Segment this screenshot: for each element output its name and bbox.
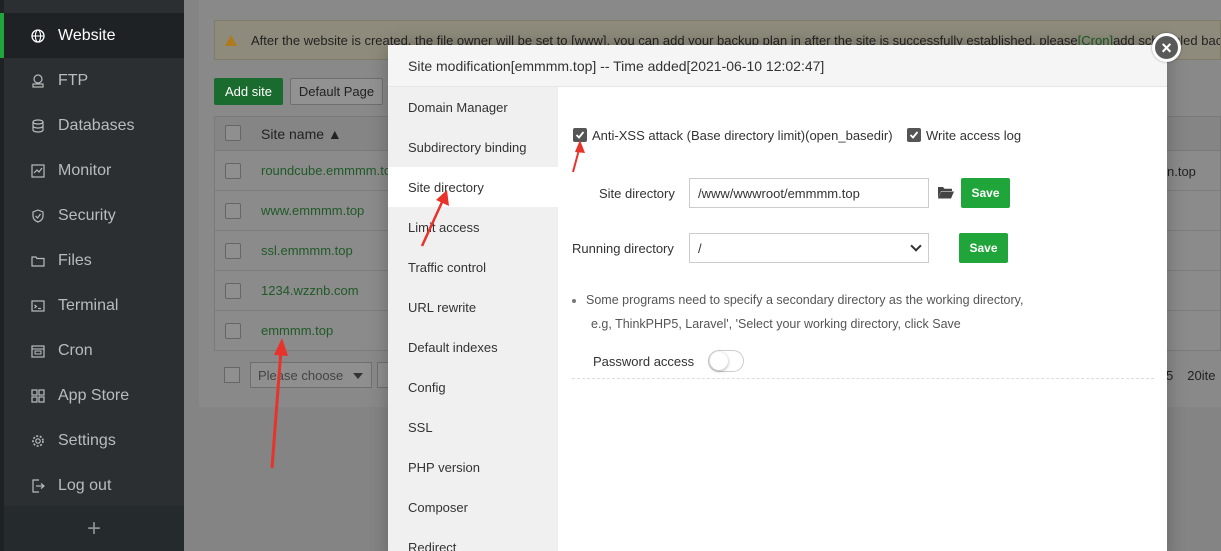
tip-line-2: e.g, ThinkPHP5, Laravel', 'Select your w… [591, 317, 961, 331]
sidebar-item-terminal[interactable]: Terminal [4, 283, 184, 328]
database-icon [31, 118, 45, 133]
tab-url-rewrite[interactable]: URL rewrite [388, 287, 558, 327]
site-modification-dialog: Site modification[emmmm.top] -- Time add… [388, 45, 1167, 551]
row-checkbox[interactable] [225, 243, 241, 259]
row-checkbox[interactable] [225, 203, 241, 219]
tab-config[interactable]: Config [388, 367, 558, 407]
site-link[interactable]: 1234.wzznb.com [261, 283, 359, 298]
write-access-log-label: Write access log [926, 128, 1022, 143]
sidebar-item-label: Monitor [58, 161, 112, 179]
sidebar-item-databases[interactable]: Databases [4, 103, 184, 148]
row-checkbox[interactable] [225, 323, 241, 339]
site-link[interactable]: roundcube.emmmm.to [261, 163, 391, 178]
row-checkbox[interactable] [225, 283, 241, 299]
tab-site-directory[interactable]: Site directory [388, 167, 558, 207]
logout-icon [31, 478, 45, 493]
sidebar-item-logout[interactable]: Log out [4, 463, 184, 508]
sidebar-item-monitor[interactable]: Monitor [4, 148, 184, 193]
save-site-directory-button[interactable]: Save [961, 178, 1010, 208]
pagination-info: 5 20ite [1166, 368, 1215, 383]
add-site-button[interactable]: Add site [214, 78, 283, 105]
grid-icon [31, 388, 45, 403]
terminal-icon [31, 299, 45, 313]
calendar-icon [31, 344, 45, 358]
sidebar-item-website[interactable]: Website [0, 13, 184, 58]
page-number[interactable]: 5 [1166, 368, 1173, 383]
bullet-icon [572, 298, 576, 303]
bulk-select-checkbox[interactable] [224, 367, 240, 383]
sidebar-item-label: Security [58, 206, 116, 224]
anti-xss-checkbox[interactable] [573, 128, 587, 142]
sidebar-item-label: Terminal [58, 296, 119, 314]
tab-composer[interactable]: Composer [388, 487, 558, 527]
dialog-tab-list: Domain Manager Subdirectory binding Site… [388, 87, 558, 551]
site-link[interactable]: emmmm.top [261, 323, 333, 338]
select-all-checkbox[interactable] [225, 125, 241, 141]
warning-icon [225, 34, 237, 46]
sidebar-item-label: Cron [58, 341, 93, 359]
tab-limit-access[interactable]: Limit access [388, 207, 558, 247]
sidebar-item-label: FTP [58, 71, 89, 89]
sidebar-item-ftp[interactable]: FTP [4, 58, 184, 103]
sidebar-item-label: Files [58, 251, 92, 269]
sidebar-item-files[interactable]: Files [4, 238, 184, 283]
sidebar-item-label: Website [58, 26, 116, 44]
running-directory-select[interactable]: / [689, 233, 929, 263]
tab-ssl[interactable]: SSL [388, 407, 558, 447]
write-access-log-checkbox[interactable] [907, 128, 921, 142]
save-running-directory-button[interactable]: Save [959, 233, 1008, 263]
site-link[interactable]: www.emmmm.top [261, 203, 364, 218]
toggle-knob [710, 352, 728, 370]
globe-icon [31, 28, 45, 43]
tab-php-version[interactable]: PHP version [388, 447, 558, 487]
tab-redirect[interactable]: Redirect [388, 527, 558, 551]
site-directory-panel: Anti-XSS attack (Base directory limit)(o… [558, 87, 1167, 551]
batch-action-select[interactable]: Please choose [250, 362, 372, 388]
open-folder-icon[interactable] [938, 186, 954, 199]
anti-xss-label: Anti-XSS attack (Base directory limit)(o… [592, 128, 893, 143]
sidebar-item-label: Settings [58, 431, 116, 449]
sidebar-item-cron[interactable]: Cron [4, 328, 184, 373]
password-access-toggle[interactable] [708, 350, 744, 372]
tab-domain-manager[interactable]: Domain Manager [388, 87, 558, 127]
dialog-title: Site modification[emmmm.top] -- Time add… [388, 45, 1167, 87]
section-divider [572, 378, 1154, 379]
running-directory-label: Running directory [572, 241, 674, 256]
tip-line-1: Some programs need to specify a secondar… [572, 293, 1023, 307]
site-directory-input[interactable]: /www/wwwroot/emmmm.top [689, 178, 929, 208]
default-page-button[interactable]: Default Page [290, 78, 383, 105]
sidebar-item-app-store[interactable]: App Store [4, 373, 184, 418]
per-page-select[interactable]: 20ite [1187, 368, 1215, 383]
ftp-icon [31, 73, 45, 88]
tab-default-indexes[interactable]: Default indexes [388, 327, 558, 367]
sidebar-item-settings[interactable]: Settings [4, 418, 184, 463]
caret-down-icon [353, 373, 363, 379]
check-icon [909, 131, 919, 139]
site-directory-label: Site directory [599, 186, 675, 201]
sidebar-item-label: Databases [58, 116, 135, 134]
folder-icon [31, 254, 45, 268]
password-access-label: Password access [593, 354, 695, 369]
check-icon [575, 131, 585, 139]
shield-icon [31, 208, 45, 223]
column-header-site-name[interactable]: Site name ▲ [261, 126, 342, 142]
sidebar-item-label: Log out [58, 476, 112, 494]
row-checkbox[interactable] [225, 163, 241, 179]
sidebar-item-label: App Store [58, 386, 130, 404]
tab-subdirectory-binding[interactable]: Subdirectory binding [388, 127, 558, 167]
sidebar-item-security[interactable]: Security [4, 193, 184, 238]
running-directory-value: / [698, 240, 702, 256]
tab-traffic-control[interactable]: Traffic control [388, 247, 558, 287]
add-menu-button[interactable]: + [4, 506, 184, 551]
chevron-down-icon [910, 240, 922, 252]
site-link[interactable]: ssl.emmmm.top [261, 243, 353, 258]
monitor-icon [31, 163, 45, 178]
table-cell-fragment: n.top [1167, 164, 1196, 179]
gear-icon [31, 434, 45, 448]
batch-action-placeholder: Please choose [258, 368, 344, 383]
tip-text: Some programs need to specify a secondar… [586, 293, 1024, 307]
close-dialog-button[interactable]: × [1152, 33, 1181, 62]
sidebar: Website FTP Databases Monitor Security F… [0, 0, 184, 551]
